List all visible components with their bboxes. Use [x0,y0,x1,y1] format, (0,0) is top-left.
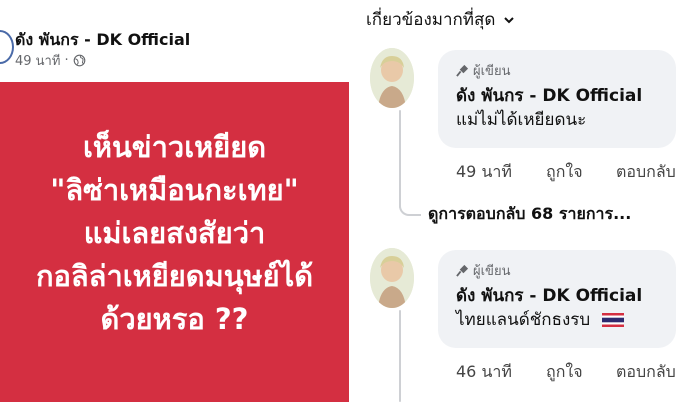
microphone-icon [456,264,469,277]
headline-line: กอลิล่าเหยียดมนุษย์ได้ [35,259,314,293]
comment-actions: 49 นาที ถูกใจ ตอบกลับ [456,160,696,182]
comment-bubble[interactable]: ผู้เขียน ดัง พันกร - DK Official แม่ไม่ไ… [438,50,676,148]
headline-line: แม่เลยสงสัยว่า [83,216,266,250]
comment-time[interactable]: 49 นาที [456,160,512,185]
avatar-portrait-icon [370,48,414,108]
globe-icon [73,54,85,67]
comment-sort-dropdown[interactable]: เกี่ยวข้องมากที่สุด [366,6,515,33]
sort-label: เกี่ยวข้องมากที่สุด [366,10,496,30]
comment-bubble[interactable]: ผู้เขียน ดัง พันกร - DK Official ไทยแลนด… [438,250,676,348]
comment-author[interactable]: ดัง พันกร - DK Official [456,82,642,109]
headline-line: "ลิซ่าเหมือนกะเทย" [50,173,299,207]
commenter-avatar[interactable] [370,248,414,308]
badge-label: ผู้เขียน [473,264,511,279]
post-panel: ดัง พันกร - DK Official 49 นาที · เห็นข่… [0,0,352,402]
commenter-avatar[interactable] [370,48,414,108]
like-button[interactable]: ถูกใจ [546,360,583,385]
reply-button[interactable]: ตอบกลับ [616,360,676,385]
comment-text: ไทยแลนด์ชักธงรบ [456,310,591,330]
reply-connector [399,190,421,216]
comments-panel: เกี่ยวข้องมากที่สุด ผู้เขียน ดัง พันกร -… [352,0,700,402]
post-image-card[interactable]: เห็นข่าวเหยียด "ลิซ่าเหมือนกะเทย" แม่เลย… [0,82,349,402]
headline-line: ด้วยหรอ ?? [100,302,249,336]
reply-button[interactable]: ตอบกลับ [616,160,676,185]
post-time[interactable]: 49 นาที [15,50,60,71]
badge-label: ผู้เขียน [473,64,511,79]
comment-author[interactable]: ดัง พันกร - DK Official [456,282,642,309]
avatar-portrait-icon [370,248,414,308]
microphone-icon [456,64,469,77]
post-headline: เห็นข่าวเหยียด "ลิซ่าเหมือนกะเทย" แม่เลย… [0,126,349,341]
comment-text-row: ไทยแลนด์ชักธงรบ [456,306,624,333]
chevron-down-icon [504,16,515,23]
post-header: ดัง พันกร - DK Official 49 นาที · [0,26,352,70]
headline-line: เห็นข่าวเหยียด [82,130,267,164]
author-badge: ผู้เขียน [456,260,510,281]
comment-actions: 46 นาที ถูกใจ ตอบกลับ [456,360,696,382]
like-button[interactable]: ถูกใจ [546,160,583,185]
thai-flag-icon [601,313,624,327]
author-badge: ผู้เขียน [456,60,510,81]
comment-time[interactable]: 46 นาที [456,360,512,385]
thread-line [399,310,401,402]
view-replies-link[interactable]: ดูการตอบกลับ 68 รายการ... [428,202,631,227]
comment-text: แม่ไม่ได้เหยียดนะ [456,110,587,130]
post-meta: 49 นาที · [15,50,86,71]
page-avatar[interactable] [0,30,14,64]
